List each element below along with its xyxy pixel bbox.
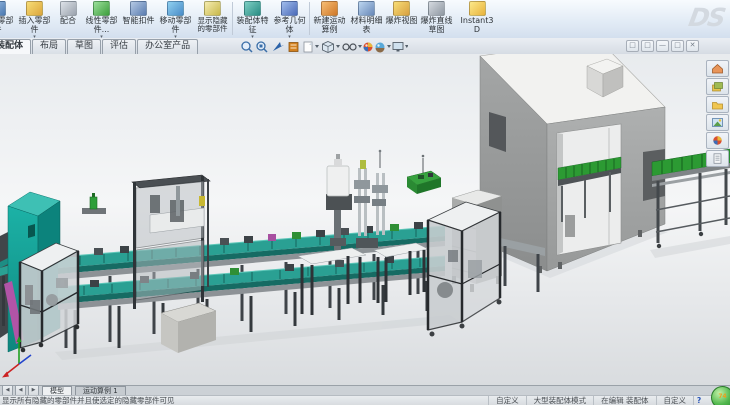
status-custom: 自定义: [656, 396, 694, 405]
display-style-icon[interactable]: [323, 42, 341, 53]
toolbar-button-move-component[interactable]: 移动零部件 ▾: [157, 0, 194, 38]
toolbar-button-label: 新建运动算例: [312, 17, 348, 34]
toolbar-button-exploded-view[interactable]: 爆炸视图: [385, 0, 418, 38]
file-explorer-icon[interactable]: [706, 96, 729, 113]
insert-components-icon: [26, 1, 43, 16]
toolbar-button-explode-line-sketch[interactable]: 爆炸直线草图: [418, 0, 455, 38]
dassault-systemes-watermark: DS: [687, 3, 727, 32]
tab-evaluate[interactable]: 评估: [102, 39, 136, 54]
window-controls: □ □ — □ ✕: [626, 40, 699, 52]
toolbar-button-label: Instant3D: [459, 17, 495, 34]
help-icon[interactable]: ?: [693, 396, 704, 405]
reference-geometry-icon: [281, 1, 298, 16]
toolbar-button-linear-component-pattern[interactable]: 线性零部件... ▾: [83, 0, 120, 38]
hide-show-items-icon[interactable]: [343, 44, 362, 50]
linear-pattern-icon: [93, 1, 110, 16]
toolbar-button-edit-component[interactable]: 编辑零部件: [0, 0, 16, 38]
smart-fasteners-icon: [130, 1, 147, 16]
status-bar: 显示所有隐藏的零部件并且使选定的隐藏零部件可见 自定义 大型装配体模式 在编辑 …: [0, 395, 730, 405]
view-orientation-icon[interactable]: [304, 42, 319, 52]
tower-frame-station[interactable]: [132, 175, 210, 309]
exploded-view-icon: [393, 1, 410, 16]
toolbar-button-label: 插入零部件: [17, 17, 53, 34]
minimize-button[interactable]: —: [656, 40, 669, 52]
assembly-3d-scene[interactable]: [0, 54, 730, 385]
toolbar-button-label: 爆炸视图: [384, 17, 420, 26]
solidworks-resources-icon[interactable]: [706, 60, 729, 77]
toolbar-button-assembly-features[interactable]: 装配体特征 ▾: [234, 0, 271, 38]
task-pane: [706, 60, 729, 167]
bill-of-materials-icon: [358, 1, 375, 16]
toolbar-separator: [309, 2, 310, 35]
appearances-scenes-icon[interactable]: [706, 132, 729, 149]
view-settings-icon[interactable]: [393, 43, 408, 52]
command-manager-tabs: 装配体 布局 草图 评估 办公室产品: [0, 39, 199, 54]
solidworks-window: 编辑零部件 插入零部件 ▾ 配合 线性零部件... ▾ 智能扣件 移动零部件 ▾…: [0, 0, 730, 405]
move-component-icon: [167, 1, 184, 16]
framed-enclosure-left[interactable]: [20, 243, 79, 352]
zoom-to-fit-icon[interactable]: [242, 42, 252, 52]
status-definition-state: 自定义: [488, 396, 526, 405]
explode-line-sketch-icon: [428, 1, 445, 16]
close-button[interactable]: ✕: [686, 40, 699, 52]
command-manager-toolbar: 编辑零部件 插入零部件 ▾ 配合 线性零部件... ▾ 智能扣件 移动零部件 ▾…: [0, 0, 730, 39]
toolbar-button-label: 线性零部件...: [84, 17, 120, 34]
toolbar-button-reference-geometry[interactable]: 参考几何体 ▾: [271, 0, 308, 38]
toolbar-button-insert-components[interactable]: 插入零部件 ▾: [16, 0, 53, 38]
section-view-icon[interactable]: [289, 43, 298, 52]
show-hidden-components-icon: [204, 1, 221, 16]
green-part-on-platform[interactable]: [82, 193, 106, 214]
zoom-to-area-icon[interactable]: [257, 42, 267, 52]
tab-assembly[interactable]: 装配体: [0, 39, 31, 54]
assembly-features-icon: [244, 1, 261, 16]
graphics-viewport[interactable]: [0, 54, 730, 385]
toolbar-button-label: 参考几何体: [272, 17, 308, 34]
tab-layout[interactable]: 布局: [32, 39, 66, 54]
instant3d-icon: [469, 1, 486, 16]
toolbar-button-label: 爆炸直线草图: [419, 17, 455, 34]
toolbar-button-label: 装配体特征: [235, 17, 271, 34]
status-hint-text: 显示所有隐藏的零部件并且使选定的隐藏零部件可见: [0, 396, 488, 405]
toolbar-button-label: 材料明细表: [349, 17, 385, 34]
custom-properties-icon[interactable]: [706, 150, 729, 167]
toolbar-button-smart-fasteners[interactable]: 智能扣件: [120, 0, 157, 38]
view-palette-icon[interactable]: [706, 114, 729, 131]
previous-view-icon[interactable]: [273, 42, 284, 51]
mate-icon: [60, 1, 77, 16]
toolbar-separator: [232, 2, 233, 35]
toolbar-button-mate[interactable]: 配合: [53, 0, 83, 38]
tab-office-products[interactable]: 办公室产品: [137, 39, 198, 54]
toolbar-button-label: 显示隐藏的零部件: [195, 17, 231, 33]
dock-pane-button-2[interactable]: □: [641, 40, 654, 52]
status-large-assembly-mode: 大型装配体模式: [526, 396, 594, 405]
framed-enclosure-mid[interactable]: [428, 202, 502, 337]
toolbar-button-bill-of-materials[interactable]: 材料明细表: [348, 0, 385, 38]
tab-sketch[interactable]: 草图: [67, 39, 101, 54]
front-door-opening[interactable]: [557, 124, 621, 255]
toolbar-button-instant3d[interactable]: Instant3D: [455, 0, 499, 38]
toolbar-button-show-hidden-components[interactable]: 显示隐藏的零部件: [194, 0, 231, 38]
toolbar-button-label: 配合: [50, 17, 86, 26]
design-library-icon[interactable]: [706, 78, 729, 95]
new-motion-study-icon: [321, 1, 338, 16]
toolbar-button-new-motion-study[interactable]: 新建运动算例: [311, 0, 348, 38]
side-opening: [489, 112, 506, 152]
overlay-badge: 74: [711, 386, 730, 405]
green-fixture[interactable]: [407, 155, 441, 194]
edit-appearance-icon[interactable]: [364, 43, 373, 52]
edit-component-icon: [0, 1, 6, 16]
toolbar-button-label: 编辑零部件: [0, 17, 16, 34]
toolbar-button-label: 移动零部件: [158, 17, 194, 34]
dock-pane-button[interactable]: □: [626, 40, 639, 52]
restore-button[interactable]: □: [671, 40, 684, 52]
command-manager-tab-row: 装配体 布局 草图 评估 办公室产品: [0, 38, 730, 55]
apply-scene-icon[interactable]: [376, 43, 392, 53]
toolbar-button-label: 智能扣件: [121, 17, 157, 26]
status-editing-assembly: 在编辑 装配体: [593, 396, 655, 405]
